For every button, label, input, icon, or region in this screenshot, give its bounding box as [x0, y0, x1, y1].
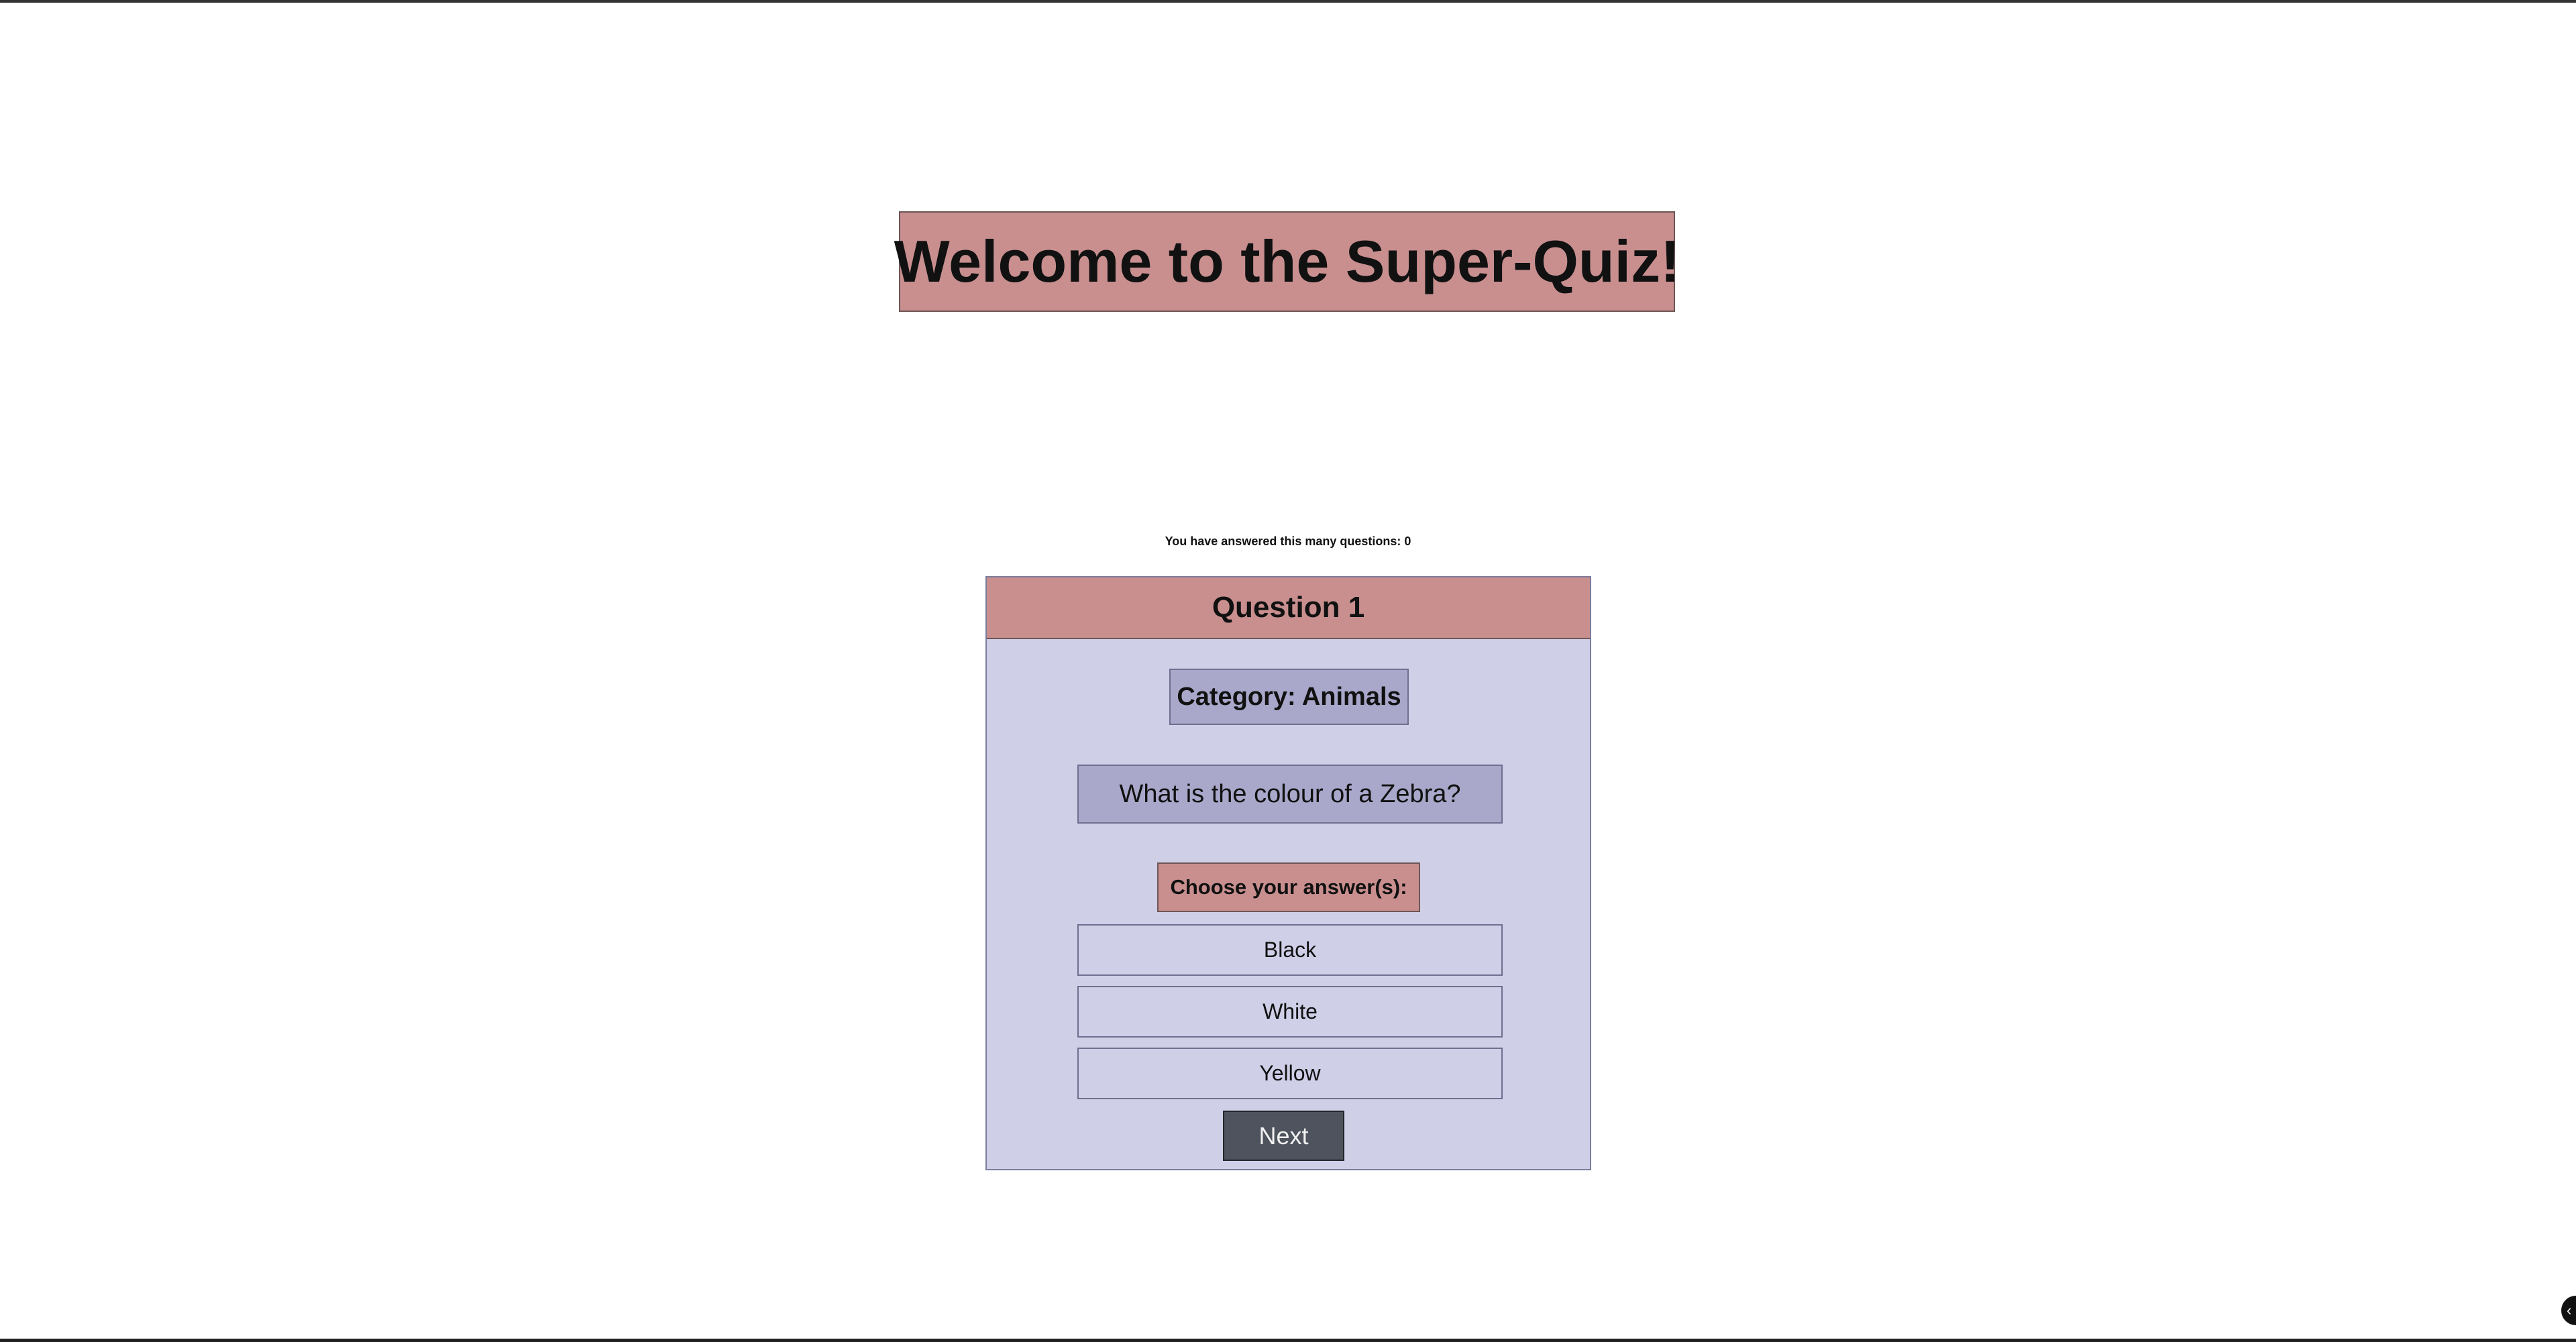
title-banner: Welcome to the Super-Quiz! [894, 211, 1680, 312]
chevron-icon[interactable]: ‹ [2561, 1296, 2576, 1325]
answer-option-yellow[interactable]: Yellow [1077, 1048, 1503, 1099]
answered-counter: You have answered this many questions: 0 [1165, 535, 1411, 548]
quiz-card: Question 1 Category: Animals What is the… [985, 576, 1591, 1170]
bottom-border [0, 1339, 2576, 1342]
answer-option-black[interactable]: Black [1077, 924, 1503, 976]
question-number: Question 1 [1212, 591, 1365, 624]
category-badge: Category: Animals [1169, 669, 1409, 725]
question-text: What is the colour of a Zebra? [1077, 765, 1503, 824]
quiz-card-header: Question 1 [987, 577, 1590, 639]
top-border [0, 0, 2576, 3]
page-title: Welcome to the Super-Quiz! [894, 228, 1680, 294]
next-button[interactable]: Next [1223, 1111, 1344, 1161]
choose-answer-label: Choose your answer(s): [1157, 862, 1420, 912]
answer-option-white[interactable]: White [1077, 986, 1503, 1038]
